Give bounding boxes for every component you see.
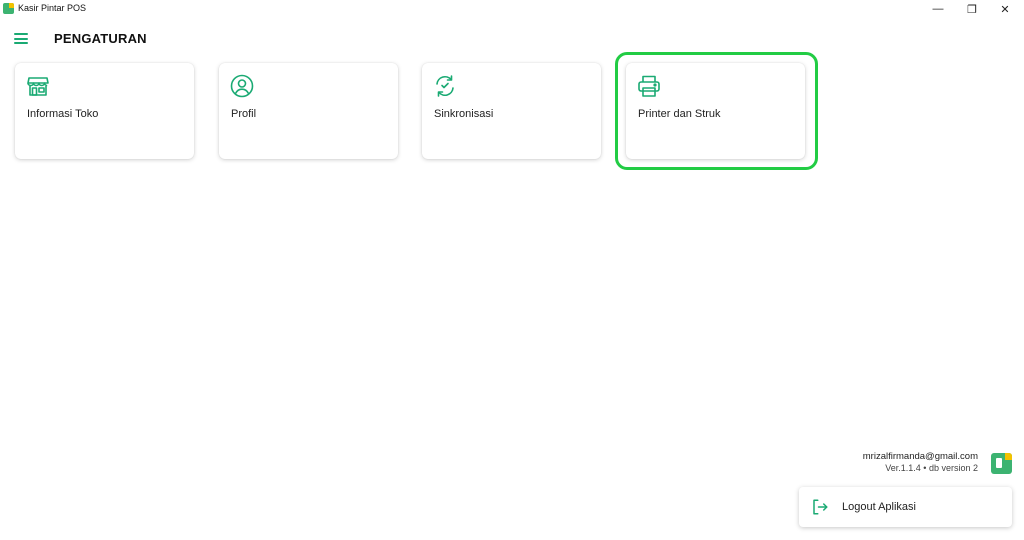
user-email: mrizalfirmanda@gmail.com [862,451,978,462]
logout-icon [813,499,828,515]
restore-button[interactable]: ❐ [955,0,989,18]
profile-icon [230,74,254,98]
app-logo-icon [991,453,1012,474]
app-logo-icon [3,3,14,14]
card-label: Informasi Toko [27,108,99,120]
page-title: PENGATURAN [54,31,147,46]
logout-button[interactable]: Logout Aplikasi [799,487,1012,527]
sync-icon [436,75,454,97]
card-printer-dan-struk[interactable]: Printer dan Struk [626,63,805,159]
card-label: Profil [231,108,257,120]
window-titlebar: Kasir Pintar POS — ❐ ✕ [0,0,1024,18]
printer-icon [638,75,660,97]
app-version: Ver.1.1.4 • db version 2 [885,463,978,473]
card-sinkronisasi[interactable]: Sinkronisasi [422,63,601,159]
logout-label: Logout Aplikasi [842,501,916,513]
store-icon [27,77,49,96]
card-profil[interactable]: Profil [219,63,398,159]
window-title: Kasir Pintar POS [18,3,87,13]
hamburger-menu-icon[interactable] [14,33,28,44]
card-label: Sinkronisasi [434,108,494,120]
minimize-button[interactable]: — [921,0,955,18]
close-button[interactable]: ✕ [988,0,1022,18]
card-informasi-toko[interactable]: Informasi Toko [15,63,194,159]
card-label: Printer dan Struk [638,108,721,120]
